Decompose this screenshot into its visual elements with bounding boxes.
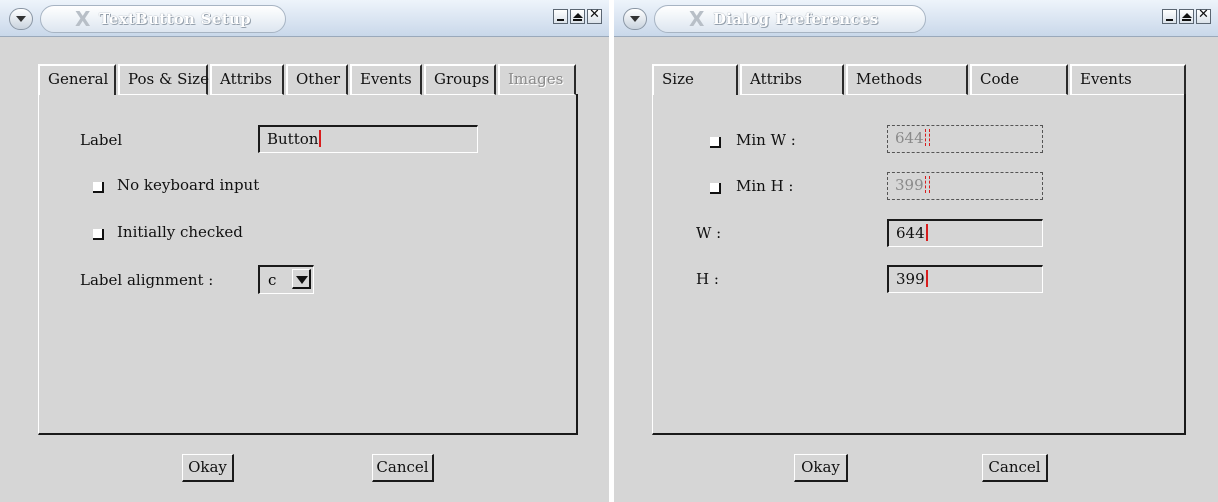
minimize-icon[interactable]	[553, 9, 568, 24]
close-icon[interactable]	[1196, 7, 1211, 24]
window-menu-chevron-down-icon[interactable]	[9, 8, 33, 30]
okay-button[interactable]: Okay	[182, 454, 234, 482]
min-w-checkbox[interactable]	[710, 137, 721, 148]
min-w-input[interactable]: 644	[887, 125, 1043, 153]
h-input[interactable]: 399	[887, 265, 1043, 293]
w-input[interactable]: 644	[887, 219, 1043, 247]
okay-button[interactable]: Okay	[794, 454, 848, 482]
tab-other[interactable]: Other	[286, 64, 348, 95]
window-title: Dialog Preferences	[713, 10, 879, 28]
close-icon[interactable]	[587, 7, 602, 24]
dialog-preferences-window: X Dialog Preferences Size Attribs Method…	[614, 0, 1218, 502]
text-cursor	[925, 224, 928, 241]
initially-checked-label: Initially checked	[117, 223, 243, 241]
tab-attribs[interactable]: Attribs	[210, 64, 284, 95]
min-h-input[interactable]: 399	[887, 172, 1043, 200]
title-bar[interactable]: X TextButton Setup	[0, 0, 609, 37]
tab-code[interactable]: Code	[970, 64, 1068, 95]
textbutton-setup-window: X TextButton Setup General Pos & Size At…	[0, 0, 609, 502]
h-label: H :	[696, 270, 719, 288]
no-keyboard-input-label: No keyboard input	[117, 176, 260, 194]
maximize-icon[interactable]	[1179, 9, 1194, 24]
x-logo-icon: X	[75, 7, 91, 31]
window-controls	[1162, 7, 1211, 24]
maximize-icon[interactable]	[570, 9, 585, 24]
cancel-button[interactable]: Cancel	[982, 454, 1048, 482]
cancel-button[interactable]: Cancel	[372, 454, 434, 482]
chevron-down-icon[interactable]	[292, 269, 311, 289]
label-field-label: Label	[80, 131, 123, 149]
window-title: TextButton Setup	[99, 10, 251, 28]
label-alignment-select[interactable]: c	[258, 265, 314, 294]
text-cursor	[319, 130, 322, 147]
window-controls	[553, 7, 602, 24]
no-keyboard-input-checkbox[interactable]	[93, 182, 104, 193]
tab-general[interactable]: General	[38, 64, 116, 95]
tab-events[interactable]: Events	[350, 64, 422, 95]
window-menu-chevron-down-icon[interactable]	[623, 8, 647, 30]
tab-bar: General Pos & Size Attribs Other Events …	[38, 64, 578, 95]
text-cursor	[925, 270, 928, 287]
tab-methods[interactable]: Methods	[846, 64, 968, 95]
tab-attribs[interactable]: Attribs	[740, 64, 844, 95]
label-input[interactable]: Button	[258, 125, 478, 153]
tab-groups[interactable]: Groups	[424, 64, 496, 95]
tab-pos-size[interactable]: Pos & Size	[118, 64, 209, 95]
w-value: 644	[896, 224, 925, 242]
minimize-icon[interactable]	[1162, 9, 1177, 24]
text-cursor	[924, 129, 930, 146]
title-pill: X TextButton Setup	[40, 5, 286, 33]
label-alignment-value: c	[268, 271, 277, 289]
min-w-label: Min W :	[736, 131, 796, 149]
x-logo-icon: X	[689, 7, 705, 31]
w-label: W :	[696, 224, 722, 242]
min-h-label: Min H :	[736, 177, 794, 195]
label-input-value: Button	[267, 130, 319, 148]
min-w-value: 644	[895, 129, 924, 147]
initially-checked-checkbox[interactable]	[93, 229, 104, 240]
label-alignment-label: Label alignment :	[80, 271, 214, 289]
h-value: 399	[896, 270, 925, 288]
text-cursor	[924, 176, 930, 193]
tab-images[interactable]: Images	[498, 64, 576, 95]
tab-size[interactable]: Size	[652, 64, 738, 95]
min-h-value: 399	[895, 176, 924, 194]
tab-events[interactable]: Events	[1070, 64, 1186, 95]
tab-bar: Size Attribs Methods Code Events	[652, 64, 1186, 95]
title-bar[interactable]: X Dialog Preferences	[614, 0, 1218, 37]
min-h-checkbox[interactable]	[710, 183, 721, 194]
title-pill: X Dialog Preferences	[654, 5, 926, 33]
